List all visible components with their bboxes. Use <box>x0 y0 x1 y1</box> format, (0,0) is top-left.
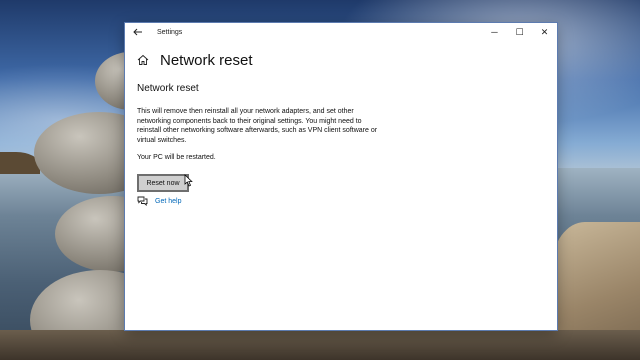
settings-window: Settings ─ ☐ ✕ Network reset Network res… <box>125 23 557 330</box>
reset-now-button[interactable]: Reset now <box>137 174 189 192</box>
back-arrow-icon <box>133 28 142 36</box>
window-controls: ─ ☐ ✕ <box>482 23 557 41</box>
app-title: Settings <box>157 28 183 36</box>
close-button[interactable]: ✕ <box>532 23 557 41</box>
page-header: Network reset <box>137 50 253 70</box>
minimize-button[interactable]: ─ <box>482 23 507 41</box>
close-icon: ✕ <box>540 26 549 37</box>
restart-note: Your PC will be restarted. <box>137 154 216 161</box>
mouse-cursor-icon <box>184 174 193 187</box>
maximize-icon: ☐ <box>515 26 524 37</box>
get-help-row[interactable]: Get help <box>137 196 181 206</box>
chat-help-icon <box>137 196 148 206</box>
title-bar[interactable]: Settings ─ ☐ ✕ <box>125 23 557 41</box>
reset-description: This will remove then reinstall all your… <box>137 108 378 144</box>
minimize-icon: ─ <box>491 27 498 37</box>
back-button[interactable] <box>125 23 151 41</box>
maximize-button[interactable]: ☐ <box>507 23 532 41</box>
get-help-link[interactable]: Get help <box>155 198 181 205</box>
page-title: Network reset <box>160 51 253 69</box>
section-title: Network reset <box>137 83 199 94</box>
home-icon[interactable] <box>137 54 149 66</box>
wallpaper-shore <box>0 330 640 360</box>
